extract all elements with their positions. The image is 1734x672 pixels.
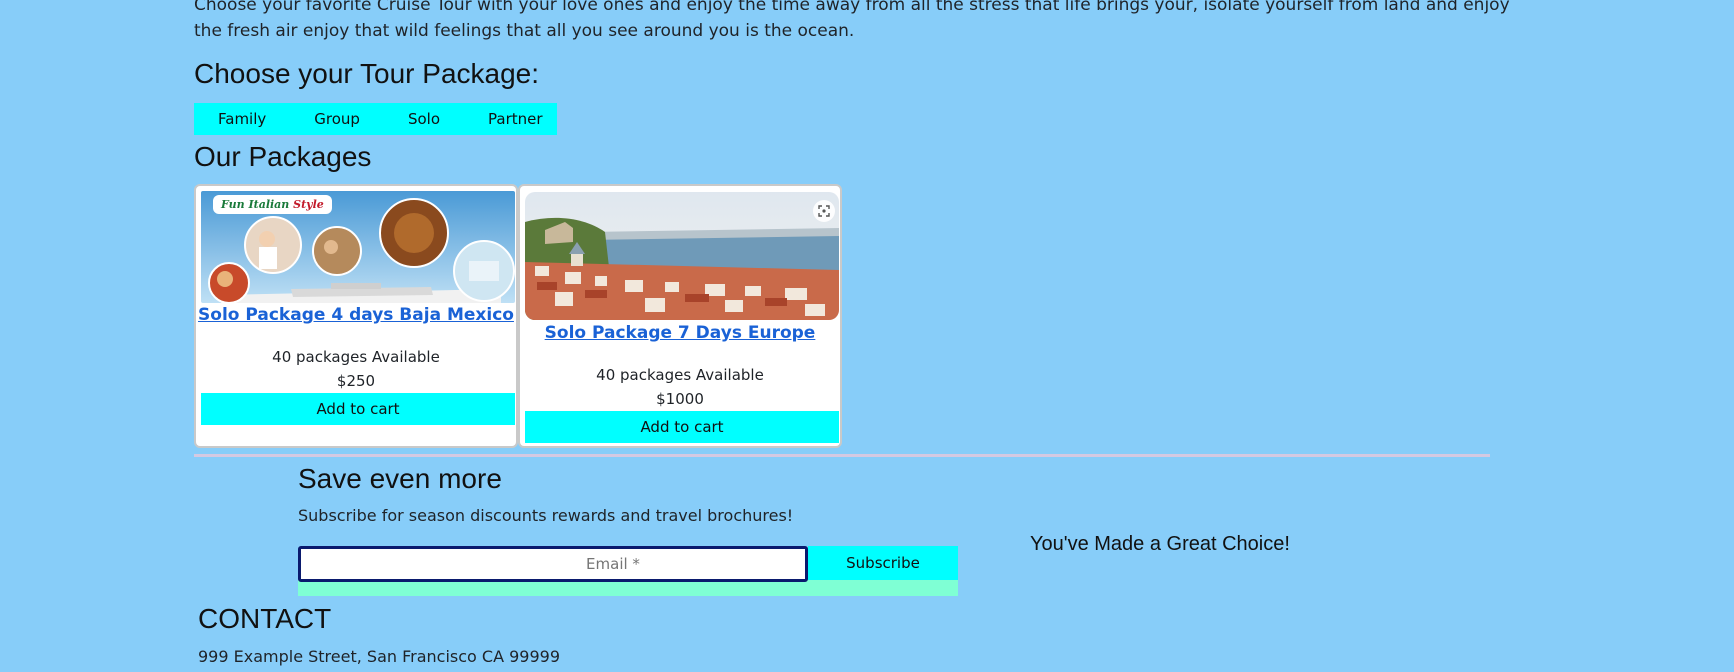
- package-availability: 40 packages Available: [596, 366, 764, 384]
- contact-address: 999 Example Street, San Francisco CA 999…: [198, 647, 561, 666]
- package-card: Solo Package 7 Days Europe 40 packages A…: [518, 184, 842, 448]
- section-divider: [194, 454, 1490, 457]
- package-image-europe: [525, 192, 839, 320]
- newsletter-heading: Save even more: [298, 463, 502, 494]
- tab-family[interactable]: Family: [194, 103, 290, 135]
- great-choice-message: You've Made a Great Choice!: [1030, 533, 1290, 555]
- form-strip: [298, 580, 958, 596]
- package-price: $1000: [656, 390, 704, 408]
- packages-heading: Our Packages: [194, 141, 372, 172]
- tab-partner[interactable]: Partner: [464, 103, 567, 135]
- subscribe-button[interactable]: Subscribe: [808, 546, 958, 580]
- expand-icon[interactable]: [813, 200, 835, 222]
- tab-group[interactable]: Group: [290, 103, 384, 135]
- newsletter-subtitle: Subscribe for season discounts rewards a…: [298, 506, 794, 525]
- fun-italian-style-logo: Fun Italian Style: [213, 195, 332, 214]
- tab-solo[interactable]: Solo: [384, 103, 464, 135]
- subscribe-form: Subscribe: [298, 546, 958, 596]
- package-card: Fun Italian Style Solo Package 4 days Ba…: [194, 184, 518, 448]
- package-title-link[interactable]: Solo Package 4 days Baja Mexico: [196, 305, 516, 325]
- lisbon-city-image: [525, 192, 839, 320]
- package-tabs: Family Group Solo Partner: [194, 103, 557, 135]
- add-to-cart-button[interactable]: Add to cart: [201, 393, 515, 425]
- email-input[interactable]: [298, 546, 808, 582]
- package-title-link[interactable]: Solo Package 7 Days Europe: [520, 323, 840, 343]
- add-to-cart-button[interactable]: Add to cart: [525, 411, 839, 443]
- contact-heading: CONTACT: [198, 603, 332, 634]
- intro-text: Choose your favorite Cruise Tour with yo…: [194, 0, 1510, 41]
- package-image-baja-mexico: Fun Italian Style: [201, 191, 515, 303]
- package-availability: 40 packages Available: [272, 348, 440, 366]
- package-price: $250: [336, 372, 376, 390]
- choose-package-heading: Choose your Tour Package:: [194, 58, 540, 89]
